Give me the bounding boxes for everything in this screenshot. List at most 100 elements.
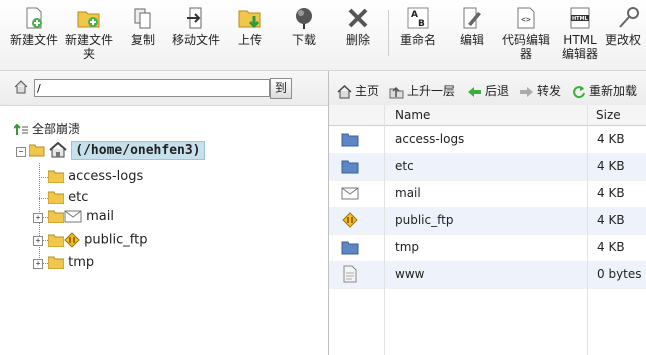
code-editor-button[interactable]: <> 代码编辑 器 xyxy=(497,6,555,61)
new-file-icon xyxy=(26,7,42,29)
code-editor-label-1: 代码编辑 xyxy=(501,33,550,47)
rename-label: 重命名 xyxy=(399,33,436,47)
collapse-all-link[interactable]: 全部崩溃 xyxy=(14,120,80,137)
download-button[interactable]: 下载 xyxy=(275,6,333,47)
column-divider xyxy=(587,105,588,355)
tree-item-public-ftp[interactable]: public_ftp xyxy=(47,232,147,248)
folder-icon xyxy=(341,133,359,147)
copy-button[interactable]: 复制 xyxy=(114,6,172,47)
folder-icon xyxy=(47,256,65,270)
expand-toggle[interactable]: + xyxy=(33,259,43,269)
mail-icon xyxy=(341,187,359,200)
svg-text:B: B xyxy=(418,19,425,29)
tree-item-etc[interactable]: etc xyxy=(47,190,89,205)
toolbar: 新建文件 新建文件 夹 复制 移动文件 上传 下载 删除 AB 重命名 编辑 <… xyxy=(0,0,646,71)
table-row[interactable]: access-logs 4 KB xyxy=(329,126,646,154)
mail-icon xyxy=(64,210,82,223)
expand-toggle[interactable]: + xyxy=(33,236,43,246)
copy-label: 复制 xyxy=(130,33,155,47)
forward-button[interactable]: 转发 xyxy=(519,82,561,99)
reload-label: 重新加载 xyxy=(589,84,638,98)
folder-icon xyxy=(47,234,65,247)
download-icon xyxy=(296,8,312,29)
name-column-header[interactable]: Name xyxy=(395,108,430,122)
file-size: 4 KB xyxy=(597,240,625,254)
collapse-all-icon xyxy=(14,123,28,135)
collapse-all-label: 全部崩溃 xyxy=(32,122,81,136)
tree-guide-line xyxy=(39,198,48,199)
svg-text:<>: <> xyxy=(521,15,531,24)
new-folder-button[interactable]: 新建文件 夹 xyxy=(60,6,118,61)
column-divider xyxy=(384,105,385,355)
code-editor-icon: <> xyxy=(517,7,535,29)
html-editor-label-1: HTML xyxy=(563,33,597,47)
move-file-button[interactable]: 移动文件 xyxy=(167,6,225,47)
svg-text:A: A xyxy=(411,10,418,20)
folder-icon xyxy=(47,170,65,184)
back-arrow-icon xyxy=(468,86,481,97)
new-file-button[interactable]: 新建文件 xyxy=(5,6,63,47)
tree-root-label: (/home/onehfen3) xyxy=(71,140,205,160)
file-size: 0 bytes xyxy=(597,267,642,281)
reload-icon xyxy=(573,85,585,98)
tree-item-mail[interactable]: mail xyxy=(47,209,114,224)
file-name: www xyxy=(395,267,425,281)
back-button[interactable]: 后退 xyxy=(467,82,509,99)
forward-label: 转发 xyxy=(537,84,562,98)
home-nav-button[interactable]: 主页 xyxy=(337,82,379,99)
html-editor-icon: HTML xyxy=(570,7,590,29)
home-icon[interactable] xyxy=(14,80,28,94)
upload-icon xyxy=(238,10,261,29)
table-row[interactable]: public_ftp 4 KB xyxy=(329,207,646,235)
path-input[interactable] xyxy=(34,79,270,97)
tree-item-label: etc xyxy=(68,190,89,205)
html-editor-button[interactable]: HTML HTML 编辑器 xyxy=(551,6,609,61)
go-button[interactable]: 到 xyxy=(270,78,292,99)
expand-toggle[interactable]: + xyxy=(33,213,43,223)
up-one-level-button[interactable]: 上升一层 xyxy=(389,82,455,99)
folder-icon xyxy=(341,160,359,174)
file-size: 4 KB xyxy=(597,159,625,173)
edit-button[interactable]: 编辑 xyxy=(443,6,501,47)
table-row[interactable]: etc 4 KB xyxy=(329,153,646,181)
delete-button[interactable]: 删除 xyxy=(329,6,387,47)
change-permissions-label: 更改权 xyxy=(605,33,642,47)
upload-label: 上传 xyxy=(237,33,262,47)
up-one-level-label: 上升一层 xyxy=(407,84,456,98)
table-row[interactable]: mail 4 KB xyxy=(329,180,646,208)
move-file-icon xyxy=(187,7,202,29)
copy-icon xyxy=(134,8,151,29)
file-name: public_ftp xyxy=(395,213,454,227)
file-list-pane: 主页 上升一层 后退 转发 重新加载 Name Size access-logs… xyxy=(329,71,646,355)
tree-item-tmp[interactable]: tmp xyxy=(47,255,95,270)
open-folder-icon xyxy=(28,144,45,157)
download-label: 下载 xyxy=(291,33,316,47)
change-permissions-button[interactable]: 更改权 xyxy=(605,6,646,47)
collapse-toggle[interactable]: − xyxy=(16,147,26,157)
ftp-icon xyxy=(342,212,358,228)
file-table-header: Name Size xyxy=(329,105,646,126)
reload-button[interactable]: 重新加载 xyxy=(572,82,637,99)
tree-root[interactable]: (/home/onehfen3) xyxy=(28,140,205,160)
folder-icon xyxy=(341,241,359,255)
upload-button[interactable]: 上传 xyxy=(221,6,279,47)
new-folder-label-1: 新建文件 xyxy=(64,33,113,47)
up-level-icon xyxy=(389,86,404,98)
tree-item-access-logs[interactable]: access-logs xyxy=(47,169,143,184)
navigation-bar: 主页 上升一层 后退 转发 重新加载 xyxy=(329,71,646,106)
file-name: etc xyxy=(395,159,414,173)
tree-item-label: tmp xyxy=(68,255,95,270)
back-label: 后退 xyxy=(485,84,510,98)
home-icon xyxy=(337,84,352,98)
move-file-label: 移动文件 xyxy=(171,33,220,47)
rename-button[interactable]: AB 重命名 xyxy=(389,6,447,47)
file-size: 4 KB xyxy=(597,186,625,200)
new-folder-label-2: 夹 xyxy=(82,47,95,61)
tree-guide-line xyxy=(39,177,48,178)
table-row[interactable]: www 0 bytes xyxy=(329,261,646,289)
table-row[interactable]: tmp 4 KB xyxy=(329,234,646,262)
svg-text:HTML: HTML xyxy=(572,16,589,22)
delete-icon xyxy=(348,8,368,28)
size-column-header[interactable]: Size xyxy=(596,108,621,122)
path-bar: 到 xyxy=(0,71,328,106)
